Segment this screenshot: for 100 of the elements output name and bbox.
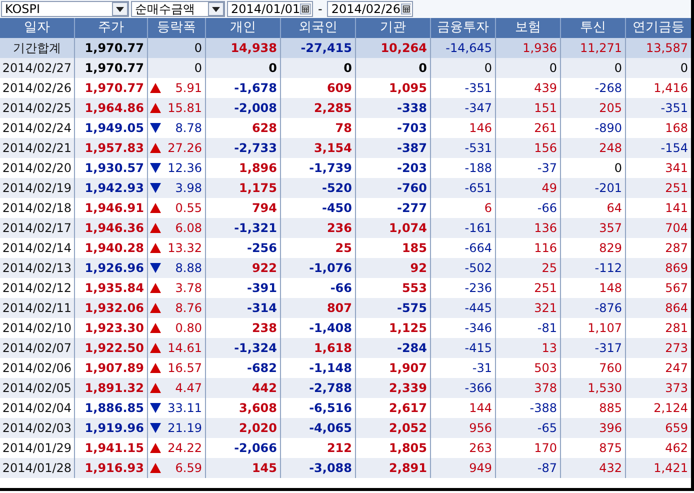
value-cell: -366: [431, 378, 496, 398]
date-cell: 2014/02/17: [0, 218, 75, 238]
value-cell: 922: [206, 258, 281, 278]
value-cell: -112: [561, 258, 626, 278]
value-cell: 248: [561, 138, 626, 158]
value-cell: 2,020: [206, 418, 281, 438]
value-cell: -347: [431, 98, 496, 118]
value-cell: 236: [281, 218, 356, 238]
value-cell: 3,154: [281, 138, 356, 158]
value-cell: 92: [356, 258, 431, 278]
price-cell: 1,970.77: [75, 58, 148, 78]
change-value: 27.26: [168, 140, 202, 157]
end-date-field[interactable]: 2014/02/26: [327, 1, 414, 17]
value-cell: -876: [561, 298, 626, 318]
value-cell: 49: [496, 178, 561, 198]
value-cell-text: 462: [664, 440, 689, 457]
value-cell: -445: [431, 298, 496, 318]
value-cell-text: 251: [664, 180, 689, 197]
value-cell: 1,618: [281, 338, 356, 358]
value-cell: -161: [431, 218, 496, 238]
date-cell: 2014/02/11: [0, 298, 75, 318]
price-cell: 1,957.83: [75, 138, 148, 158]
value-cell: 25: [496, 258, 561, 278]
price-cell: 1,916.93: [75, 458, 148, 478]
change-value: 0: [194, 60, 202, 77]
value-cell-text: 141: [664, 200, 689, 217]
date-cell: 2014/02/13: [0, 258, 75, 278]
value-cell: 0: [561, 58, 626, 78]
price-cell: 1,942.93: [75, 178, 148, 198]
value-cell: -2,008: [206, 98, 281, 118]
value-cell: 151: [496, 98, 561, 118]
value-cell-text: 704: [664, 220, 689, 237]
date-cell: 2014/02/03: [0, 418, 75, 438]
value-cell: 136: [496, 218, 561, 238]
value-cell-text: 373: [664, 380, 689, 397]
value-cell-text: 659: [664, 420, 689, 437]
value-cell: -575: [356, 298, 431, 318]
value-cell: 0: [356, 58, 431, 78]
value-cell: -201: [561, 178, 626, 198]
value-cell-text: 1,416: [652, 80, 689, 97]
value-cell: 396: [561, 418, 626, 438]
value-cell: 156: [496, 138, 561, 158]
value-cell: -314: [206, 298, 281, 318]
value-cell: -87: [496, 458, 561, 478]
value-cell: 1,175: [206, 178, 281, 198]
value-cell-text: -351: [660, 100, 689, 117]
change-value: 8.78: [175, 120, 202, 137]
value-cell-text: -154: [660, 140, 689, 157]
value-cell: 2,052: [356, 418, 431, 438]
date-range-separator: -: [317, 2, 324, 16]
value-cell-text: 168: [664, 120, 689, 137]
value-cell: -2,788: [281, 378, 356, 398]
price-cell: 1,919.96: [75, 418, 148, 438]
value-cell: 357: [561, 218, 626, 238]
date-cell: 2014/02/27: [0, 58, 75, 78]
value-cell: -502: [431, 258, 496, 278]
value-cell: 0: [496, 58, 561, 78]
change-value: 21.19: [168, 420, 202, 437]
value-cell: 2,285: [281, 98, 356, 118]
value-cell-text: 567: [664, 280, 689, 297]
price-cell: 1,891.32: [75, 378, 148, 398]
price-cell: 1,922.50: [75, 338, 148, 358]
change-value: 4.47: [175, 380, 202, 397]
value-cell: 442: [206, 378, 281, 398]
value-cell: -531: [431, 138, 496, 158]
value-cell: 13: [496, 338, 561, 358]
date-cell: 2014/02/21: [0, 138, 75, 158]
value-cell: 205: [561, 98, 626, 118]
value-cell: -284: [356, 338, 431, 358]
change-value: 3.78: [175, 280, 202, 297]
value-cell: -4,065: [281, 418, 356, 438]
start-date-field[interactable]: 2014/01/01: [227, 1, 313, 17]
value-cell-text: 1,421: [652, 460, 689, 477]
value-cell-text: 869: [664, 260, 689, 277]
value-cell: 145: [206, 458, 281, 478]
value-cell: -1,076: [281, 258, 356, 278]
calendar-icon[interactable]: [400, 2, 412, 16]
change-value: 6.59: [175, 460, 202, 477]
date-cell: 2014/02/25: [0, 98, 75, 118]
value-cell: 432: [561, 458, 626, 478]
change-value: 0.80: [175, 320, 202, 337]
price-cell: 1,926.96: [75, 258, 148, 278]
change-value: 5.91: [175, 80, 202, 97]
value-cell: -1,324: [206, 338, 281, 358]
value-cell: -338: [356, 98, 431, 118]
value-cell: -415: [431, 338, 496, 358]
date-cell: 2014/02/05: [0, 378, 75, 398]
value-cell: 321: [496, 298, 561, 318]
metric-dropdown[interactable]: 순매수금액: [131, 1, 225, 17]
market-dropdown[interactable]: KOSPI: [1, 1, 129, 17]
value-cell-text: 0: [679, 60, 689, 77]
value-cell: -65: [496, 418, 561, 438]
value-cell: -2,733: [206, 138, 281, 158]
column-header[interactable]: 연기금등: [626, 18, 691, 38]
change-value: 12.36: [168, 160, 202, 177]
value-cell-text: 864: [664, 300, 689, 317]
calendar-icon[interactable]: [300, 2, 311, 16]
value-cell: -760: [356, 178, 431, 198]
value-cell: -520: [281, 178, 356, 198]
value-cell: -317: [561, 338, 626, 358]
